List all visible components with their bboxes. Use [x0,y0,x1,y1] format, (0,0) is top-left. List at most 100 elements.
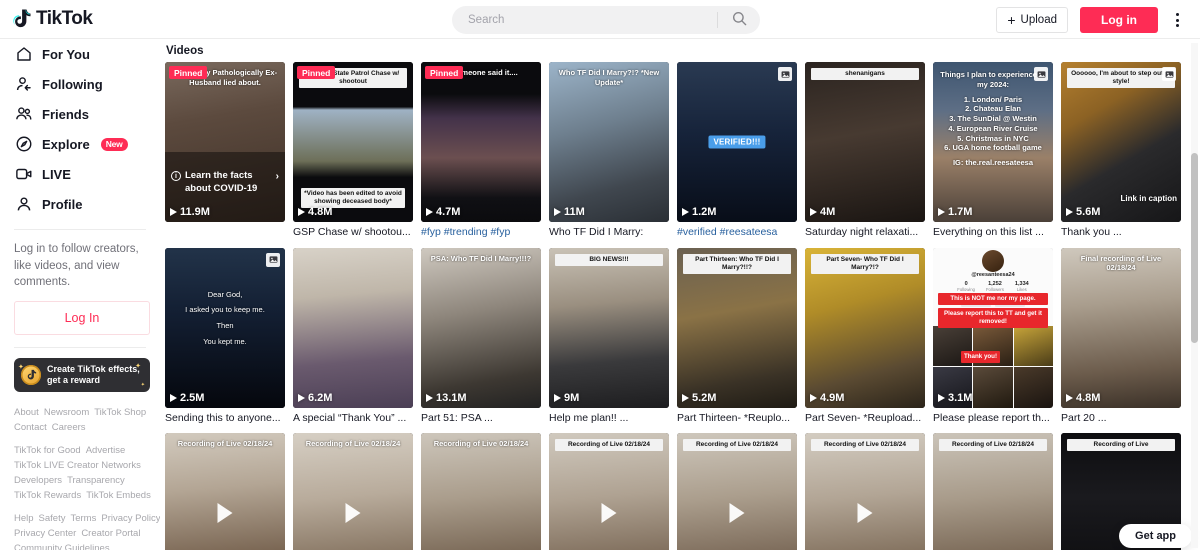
play-button-icon[interactable] [345,503,361,524]
search-bar[interactable] [452,6,760,34]
video-thumbnail[interactable]: BIG NEWS!!! 9M [549,247,669,408]
video-card[interactable]: Recording of Live 02/18/24 [165,433,285,550]
search-button[interactable] [718,6,760,34]
video-card[interactable]: shenanigans 4M Saturday night relaxati... [805,62,925,240]
sidebar-item-explore[interactable]: Explore New [8,129,160,159]
upload-button[interactable]: + Upload [996,7,1068,33]
video-thumbnail[interactable]: Recording of Live 02/18/24 [933,433,1053,550]
video-caption[interactable]: Part 20 ... [1061,412,1181,426]
video-thumbnail[interactable]: VERIFIED!!! 1.2M [677,62,797,222]
footer-link[interactable]: TikTok Rewards [14,490,81,501]
play-button-icon[interactable] [857,503,873,524]
video-caption[interactable]: Part Seven- *Reupload... [805,412,925,426]
video-thumbnail[interactable]: Pinned ly someone said it.... 4.7M [421,62,541,222]
video-thumbnail[interactable]: Recording of Live 02/18/24 [805,433,925,550]
video-card[interactable]: Final recording of Live 02/18/24 4.8M Part… [1061,247,1181,426]
video-card[interactable]: Things I plan to experience in my 2024: 1… [933,62,1053,240]
video-card[interactable]: Who TF Did I Marry?!? *New Update* 11M Who… [549,62,669,240]
video-caption[interactable]: Part Thirteen- *Reuplo... [677,412,797,426]
video-card[interactable]: Recording of Live 02/18/24 [293,433,413,550]
video-thumbnail[interactable]: Pinned Things my Pathologically Ex-Husban… [165,62,285,222]
video-caption[interactable]: Sending this to anyone... [165,412,285,426]
login-button-header[interactable]: Log in [1080,7,1158,33]
sidebar-item-for-you[interactable]: For You [8,39,160,69]
video-thumbnail[interactable]: Things I plan to experience in my 2024: 1… [933,62,1053,222]
footer-link[interactable]: TikTok LIVE Creator Networks [14,460,141,471]
video-thumbnail[interactable]: Oooooo, I'm about to step out in style! L… [1061,62,1181,222]
video-card[interactable]: Oooooo, I'm about to step out in style! L… [1061,62,1181,240]
footer-link[interactable]: Creator Portal [81,528,140,539]
video-card[interactable]: VERIFIED!!! 1.2M #verified #reesateesa [677,62,797,240]
video-thumbnail[interactable]: Part Thirteen: Who TF Did I Marry?!!? 5.2… [677,247,797,408]
footer-link[interactable]: Newsroom [44,407,89,418]
play-button-icon[interactable] [601,503,617,524]
footer-link[interactable]: Transparency [67,475,125,486]
video-thumbnail[interactable]: Final recording of Live 02/18/24 4.8M [1061,247,1181,408]
footer-link[interactable]: Community Guidelines [14,543,110,550]
footer-link[interactable]: TikTok Embeds [86,490,151,501]
video-caption[interactable]: Saturday night relaxati... [805,226,925,240]
get-app-button[interactable]: Get app [1119,524,1192,548]
video-card[interactable]: PSA: Who TF Did I Marry!!!? 13.1M Part 51:… [421,247,541,426]
footer-link[interactable]: Help [14,513,34,524]
video-card[interactable]: Recording of Live 02/18/24 [549,433,669,550]
footer-link[interactable]: TikTok Shop [94,407,146,418]
search-input[interactable] [452,14,717,26]
video-thumbnail[interactable]: PSA: Who TF Did I Marry!!!? 13.1M [421,247,541,408]
video-thumbnail[interactable]: Recording of Live 02/18/24 [421,433,541,550]
footer-link[interactable]: Privacy Center [14,528,76,539]
footer-link[interactable]: Privacy Policy [101,513,160,524]
video-card[interactable]: Dear God, I asked you to keep me. Then You … [165,247,285,426]
video-card[interactable]: Pinned Things my Pathologically Ex-Husban… [165,62,285,240]
video-card[interactable]: Pinned ly someone said it.... 4.7M #fyp #tr… [421,62,541,240]
footer-link[interactable]: TikTok for Good [14,445,81,456]
video-thumbnail[interactable]: Dear God, I asked you to keep me. Then You … [165,247,285,408]
create-effects-banner[interactable]: ✦ ✦ ✦ Create TikTok effects, get a rewar… [14,358,150,393]
video-caption[interactable]: Who TF Did I Marry: [549,226,669,240]
video-caption[interactable]: Everything on this list ... [933,226,1053,240]
sidebar-item-live[interactable]: LIVE [8,159,160,189]
kebab-menu-icon[interactable] [1168,10,1186,30]
video-card[interactable]: Recording of Live 02/18/24 [677,433,797,550]
footer-link[interactable]: Developers [14,475,62,486]
video-card[interactable]: Recording of Live 02/18/24 [933,433,1053,550]
sidebar-item-profile[interactable]: Profile [8,189,160,219]
video-card[interactable]: Part Thirteen: Who TF Did I Marry?!!? 5.2… [677,247,797,426]
video-thumbnail[interactable]: 6.2M [293,247,413,408]
video-caption[interactable]: A special “Thank You” ... [293,412,413,426]
video-caption[interactable]: Please please report th... [933,412,1053,426]
video-card[interactable]: Recording of Live 02/18/24 [805,433,925,550]
sidebar-item-friends[interactable]: Friends [8,99,160,129]
video-caption[interactable]: GSP Chase w/ shootou... [293,226,413,240]
footer-link[interactable]: Careers [52,422,86,433]
video-thumbnail[interactable]: Recording of Live 02/18/24 [677,433,797,550]
video-card[interactable]: 6.2M A special “Thank You” ... [293,247,413,426]
footer-link[interactable]: Safety [39,513,66,524]
sidebar-item-following[interactable]: Following [8,69,160,99]
footer-link[interactable]: Advertise [86,445,126,456]
play-button-icon[interactable] [729,503,745,524]
video-card[interactable]: Recording of Live 02/18/24 [421,433,541,550]
footer-link[interactable]: Contact [14,422,47,433]
video-card[interactable]: BIG NEWS!!! 9M Help me plan!! ... [549,247,669,426]
video-card[interactable]: Part Seven- Who TF Did I Marry?!? 4.9M Par… [805,247,925,426]
page-scrollbar[interactable] [1191,43,1198,548]
video-thumbnail[interactable]: Recording of Live 02/18/24 [549,433,669,550]
tiktok-logo[interactable]: TikTok [12,8,152,30]
video-card[interactable]: Pinned Georgia State Patrol Chase w/ shoo… [293,62,413,240]
footer-link[interactable]: About [14,407,39,418]
play-button-icon[interactable] [217,503,233,524]
video-thumbnail[interactable]: @reesanteesa24 0 Following 1,252 Followers 1,… [933,247,1053,408]
video-thumbnail[interactable]: Pinned Georgia State Patrol Chase w/ shoo… [293,62,413,222]
video-caption[interactable]: Part 51: PSA ... [421,412,541,426]
video-caption[interactable]: Thank you ... [1061,226,1181,240]
scrollbar-thumb[interactable] [1191,153,1198,343]
login-button-sidebar[interactable]: Log In [14,301,150,336]
video-thumbnail[interactable]: shenanigans 4M [805,62,925,222]
video-caption[interactable]: Help me plan!! ... [549,412,669,426]
video-thumbnail[interactable]: Part Seven- Who TF Did I Marry?!? 4.9M [805,247,925,408]
video-card[interactable]: @reesanteesa24 0 Following 1,252 Followers 1,… [933,247,1053,426]
video-thumbnail[interactable]: Who TF Did I Marry?!? *New Update* 11M [549,62,669,222]
footer-link[interactable]: Terms [70,513,96,524]
video-thumbnail[interactable]: Recording of Live 02/18/24 [165,433,285,550]
